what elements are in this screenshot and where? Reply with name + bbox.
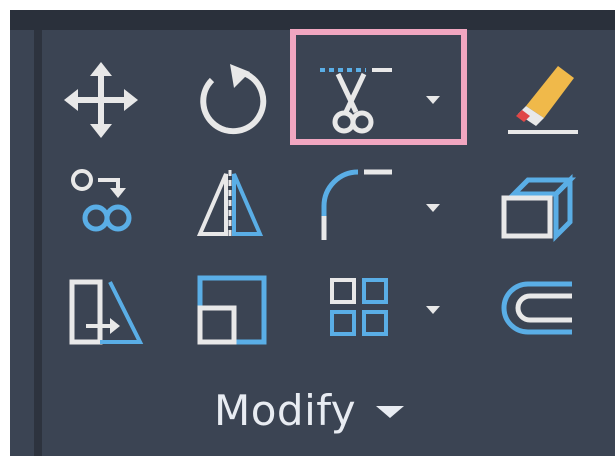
scale-icon: [197, 275, 267, 345]
copy-tool-button[interactable]: [66, 160, 166, 250]
rotate-tool-button[interactable]: [190, 52, 290, 142]
move-icon: [64, 62, 138, 138]
eraser-icon: [508, 66, 578, 134]
panel-divider: [34, 30, 42, 456]
fillet-tool-button[interactable]: [318, 160, 440, 250]
array-dropdown-icon[interactable]: [426, 306, 440, 314]
scale-tool-button[interactable]: [196, 270, 296, 360]
fillet-icon: [321, 169, 392, 240]
array-icon: [330, 278, 388, 336]
chevron-down-icon: [376, 406, 405, 418]
panel-title-button[interactable]: Modify: [214, 382, 405, 438]
trim-highlight-box: [290, 29, 467, 145]
offset-tool-button[interactable]: [498, 270, 598, 360]
explode-tool-button[interactable]: [496, 160, 596, 250]
rotate-icon: [200, 64, 267, 135]
mirror-icon: [196, 170, 264, 238]
fillet-dropdown-icon[interactable]: [426, 204, 440, 212]
mirror-tool-button[interactable]: [194, 160, 294, 250]
panel-title: Modify: [214, 385, 357, 435]
array-tool-button[interactable]: [326, 270, 440, 360]
stretch-icon: [69, 279, 144, 345]
erase-tool-button[interactable]: [498, 52, 598, 142]
explode-icon: [501, 173, 577, 243]
panel-top-strip: [10, 10, 615, 30]
stretch-tool-button[interactable]: [66, 270, 166, 360]
move-tool-button[interactable]: [62, 52, 162, 142]
copy-icon: [71, 169, 132, 232]
offset-icon: [501, 281, 572, 335]
